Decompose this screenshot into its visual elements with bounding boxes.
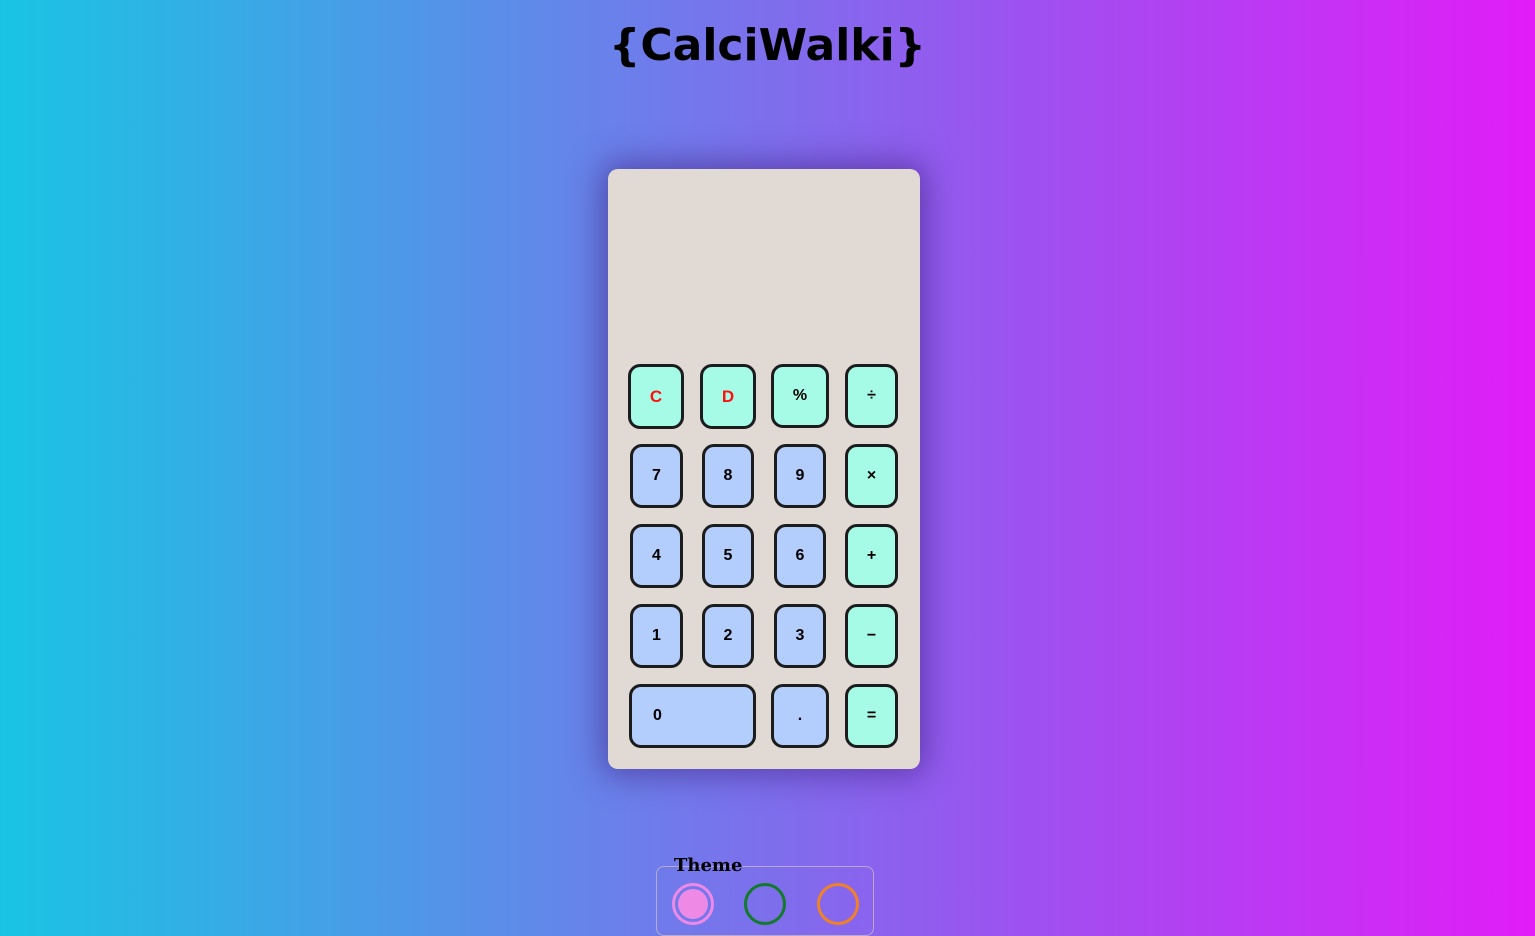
- delete-button[interactable]: D: [700, 364, 756, 429]
- plus-button[interactable]: +: [845, 524, 898, 588]
- clear-button[interactable]: C: [628, 364, 684, 429]
- digit-7-button[interactable]: 7: [630, 444, 683, 508]
- digit-4-button[interactable]: 4: [630, 524, 683, 588]
- digit-6-button[interactable]: 6: [774, 524, 826, 588]
- theme-option-green[interactable]: [744, 883, 786, 925]
- calculator: C D % ÷ 7 8 9 × 4 5 6 + 1 2 3 − 0 . =: [608, 169, 920, 769]
- digit-1-button[interactable]: 1: [630, 604, 683, 668]
- theme-option-orange[interactable]: [817, 883, 859, 925]
- theme-option-pink[interactable]: [672, 883, 714, 925]
- theme-legend: Theme: [674, 855, 743, 876]
- digit-9-button[interactable]: 9: [774, 444, 826, 508]
- theme-option-pink-fill: [678, 889, 708, 919]
- theme-selector: Theme: [656, 856, 874, 936]
- divide-button[interactable]: ÷: [845, 364, 898, 428]
- equals-button[interactable]: =: [845, 684, 898, 748]
- minus-button[interactable]: −: [845, 604, 898, 668]
- theme-option-green-fill: [750, 889, 780, 919]
- decimal-button[interactable]: .: [771, 684, 829, 748]
- digit-0-button[interactable]: 0: [629, 684, 756, 748]
- digit-2-button[interactable]: 2: [702, 604, 754, 668]
- calculator-display: [628, 189, 900, 339]
- theme-option-orange-fill: [823, 889, 853, 919]
- digit-5-button[interactable]: 5: [702, 524, 754, 588]
- multiply-button[interactable]: ×: [845, 444, 898, 508]
- percent-button[interactable]: %: [771, 364, 829, 428]
- digit-8-button[interactable]: 8: [702, 444, 754, 508]
- digit-3-button[interactable]: 3: [774, 604, 826, 668]
- app-title: {CalciWalki}: [609, 20, 926, 71]
